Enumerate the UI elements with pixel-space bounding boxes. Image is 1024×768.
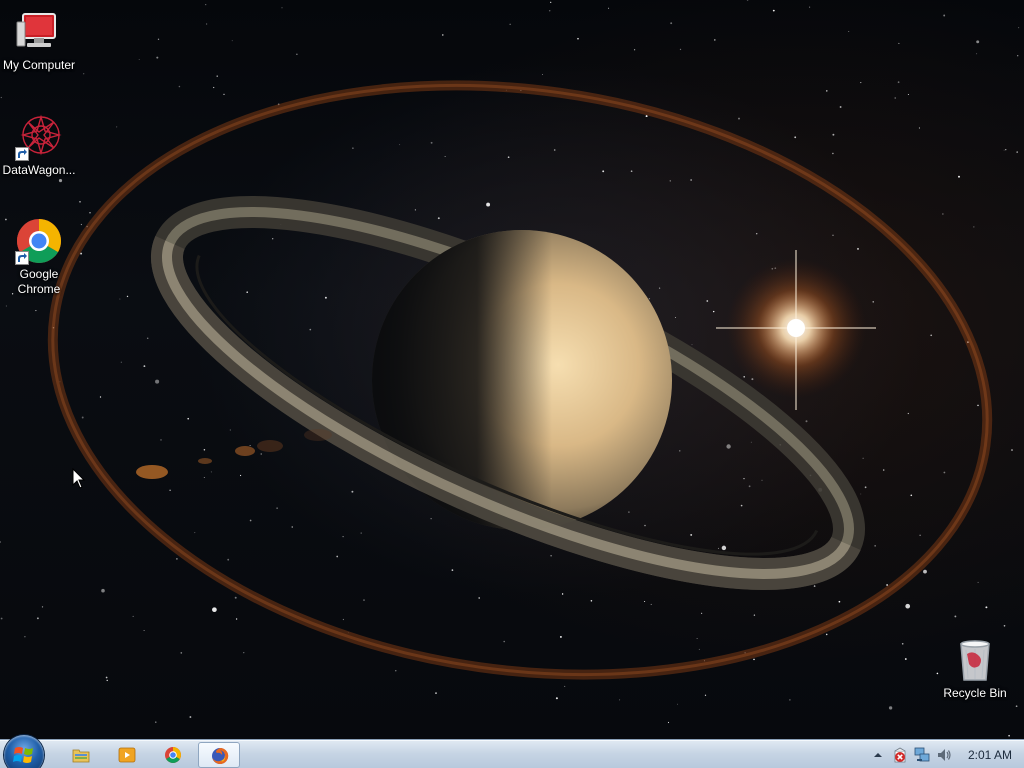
desktop-icon-recycle-bin[interactable]: Recycle Bin [937, 636, 1013, 701]
mouse-pointer-icon [72, 468, 86, 489]
desktop-icon-google-chrome[interactable]: Google Chrome [1, 217, 77, 297]
desktop-wallpaper [0, 0, 1024, 740]
folder-explorer-icon [72, 749, 90, 763]
windows-logo-icon [13, 747, 33, 763]
taskbar-firefox-button[interactable] [198, 742, 240, 768]
shortcut-arrow-icon [15, 147, 29, 161]
desktop-icon-datawagon[interactable]: DataWagon... [1, 113, 77, 178]
network-icon[interactable] [914, 747, 930, 763]
desktop-icon-label: Recycle Bin [943, 686, 1007, 700]
desktop-icon-label: Google Chrome [17, 267, 61, 296]
chrome-icon [165, 747, 181, 763]
desktop-icon-my-computer[interactable]: My Computer [1, 8, 77, 73]
datawagon-icon [15, 113, 63, 161]
desktop-icon-label: My Computer [2, 58, 76, 72]
taskbar-clock[interactable]: 2:01 AM [962, 748, 1018, 762]
chrome-icon [15, 217, 63, 265]
firefox-icon [212, 747, 229, 764]
saturn-illustration [47, 80, 993, 680]
start-button[interactable] [4, 735, 44, 768]
shortcut-arrow-icon [15, 251, 29, 265]
desktop-icon-label: DataWagon... [2, 163, 76, 177]
computer-icon [15, 8, 63, 56]
taskbar-explorer-button[interactable] [60, 742, 102, 768]
recycle-bin-icon [951, 636, 999, 684]
security-alert-icon[interactable] [892, 747, 908, 763]
taskbar-media-player-button[interactable] [106, 742, 148, 768]
show-hidden-icons-arrow[interactable] [870, 747, 886, 763]
media-player-icon [118, 747, 136, 763]
taskbar: 2:01 AM [0, 735, 1024, 768]
volume-icon[interactable] [936, 747, 952, 763]
taskbar-chrome-button[interactable] [152, 742, 194, 768]
notification-area: 2:01 AM [854, 741, 1024, 768]
